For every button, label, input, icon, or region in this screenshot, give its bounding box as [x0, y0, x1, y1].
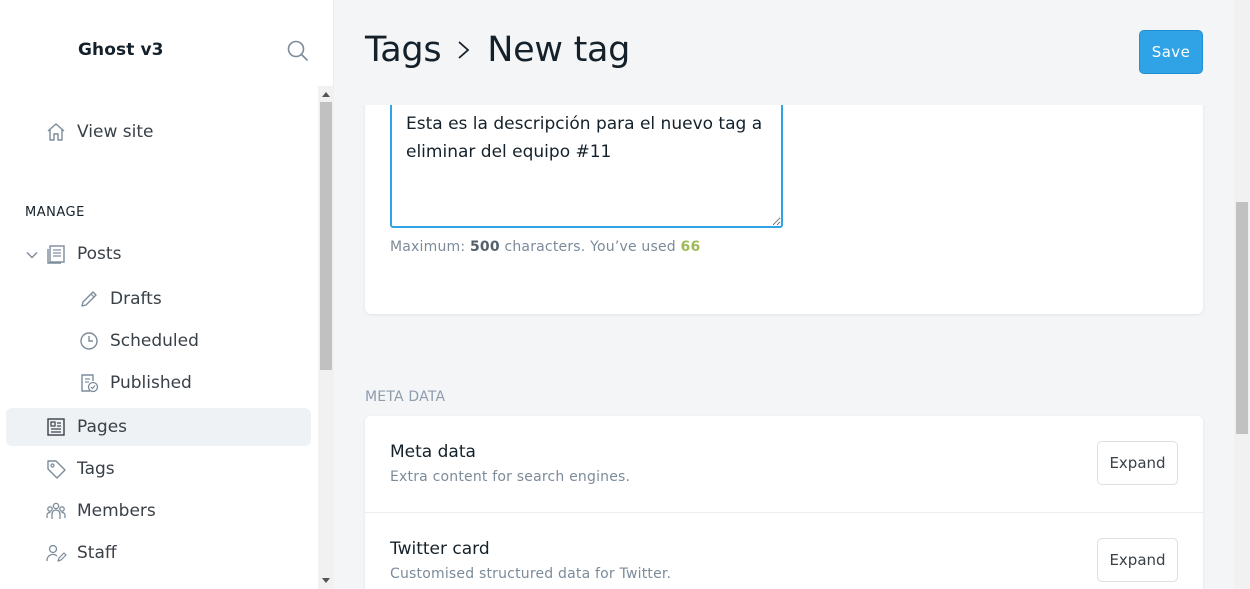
save-button[interactable]: Save [1139, 30, 1203, 74]
main-scrollbar-thumb[interactable] [1236, 202, 1248, 434]
pages-icon [45, 416, 67, 438]
search-icon[interactable] [285, 38, 311, 64]
site-title: Ghost v3 [78, 40, 164, 60]
twitter-card-subtitle: Customised structured data for Twitter. [390, 566, 672, 582]
meta-data-title: Meta data [390, 442, 476, 462]
sidebar-item-members[interactable]: Members [45, 492, 156, 530]
scroll-up-arrow-icon[interactable] [318, 86, 334, 102]
staff-icon [45, 542, 67, 564]
page-header: Tags New tag Save [335, 0, 1234, 105]
chevron-right-icon [455, 39, 473, 61]
twitter-card-row: Twitter card Customised structured data … [365, 513, 1203, 589]
sidebar-item-staff[interactable]: Staff [45, 534, 117, 572]
pencil-icon [78, 288, 100, 310]
meta-data-subtitle: Extra content for search engines. [390, 469, 631, 485]
members-icon [45, 500, 67, 522]
chevron-down-icon[interactable] [23, 246, 41, 264]
breadcrumb: Tags New tag [365, 30, 630, 70]
sidebar-item-label: Tags [77, 459, 115, 479]
sidebar-scrollbar-thumb[interactable] [320, 102, 332, 370]
meta-card: Meta data Extra content for search engin… [365, 416, 1203, 589]
posts-icon [45, 243, 67, 265]
sidebar-item-label: Pages [77, 417, 128, 437]
tag-description-card: Esta es la descripción para el nuevo tag… [365, 80, 1203, 314]
sidebar-item-label: Staff [77, 543, 117, 563]
helper-prefix: Maximum: [390, 239, 466, 255]
sidebar-item-label: Scheduled [110, 331, 199, 351]
published-icon [78, 372, 100, 394]
sidebar-scrollbar[interactable] [318, 86, 334, 589]
helper-middle: characters. You’ve used [504, 239, 676, 255]
scroll-down-arrow-icon[interactable] [318, 573, 334, 589]
sidebar-item-pages[interactable]: Pages [6, 408, 311, 446]
twitter-card-title: Twitter card [390, 539, 490, 559]
sidebar-item-posts[interactable]: Posts [45, 235, 121, 273]
meta-data-expand-button[interactable]: Expand [1097, 441, 1178, 485]
breadcrumb-parent[interactable]: Tags [365, 30, 442, 70]
description-helper: Maximum: 500 characters. You’ve used 66 [390, 239, 700, 255]
clock-icon [78, 330, 100, 352]
sidebar-item-label: Posts [77, 244, 122, 264]
sidebar-item-tags[interactable]: Tags [45, 450, 115, 488]
sidebar: Ghost v3 View site MANAGE Posts Drafts S… [0, 0, 334, 589]
sidebar-item-view-site[interactable]: View site [45, 113, 153, 151]
sidebar-item-label: Drafts [110, 289, 162, 309]
tag-icon [45, 458, 67, 480]
manage-section-label: MANAGE [25, 205, 85, 220]
page-title: New tag [487, 30, 631, 70]
used-chars: 66 [680, 239, 701, 255]
sidebar-item-label: Published [110, 373, 192, 393]
sidebar-item-drafts[interactable]: Drafts [78, 280, 162, 318]
sidebar-item-published[interactable]: Published [78, 364, 192, 402]
meta-data-row: Meta data Extra content for search engin… [365, 416, 1203, 513]
sidebar-item-scheduled[interactable]: Scheduled [78, 322, 199, 360]
sidebar-item-label: Members [77, 501, 156, 521]
twitter-card-expand-button[interactable]: Expand [1097, 538, 1178, 582]
main-scrollbar[interactable] [1234, 0, 1250, 589]
sidebar-item-label: View site [77, 122, 154, 142]
meta-section-label: META DATA [365, 389, 446, 405]
main-content: Esta es la descripción para el nuevo tag… [335, 0, 1234, 589]
home-icon [45, 121, 67, 143]
max-chars: 500 [469, 239, 500, 255]
description-textarea[interactable]: Esta es la descripción para el nuevo tag… [390, 100, 783, 228]
